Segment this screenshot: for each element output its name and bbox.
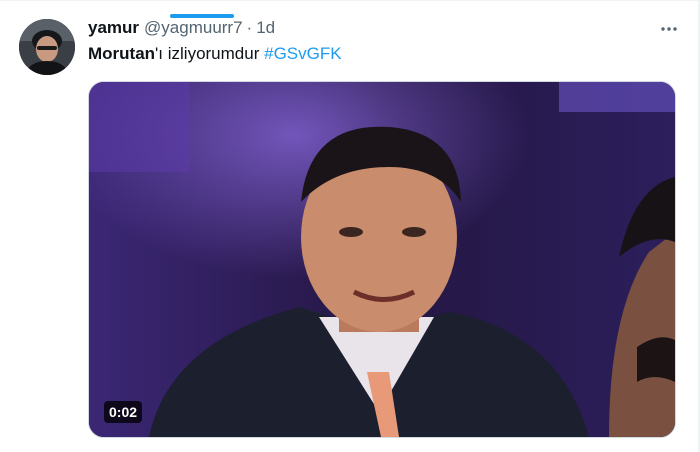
timestamp[interactable]: 1d — [256, 17, 275, 39]
tweet-card[interactable]: yamur @yagmuurr7 · 1d Morutan'ı izliyoru… — [0, 0, 700, 452]
avatar[interactable] — [19, 19, 75, 75]
tweet-text: Morutan'ı izliyorumdur #GSvGFK — [88, 43, 342, 65]
separator-dot: · — [246, 18, 253, 37]
tweet-text-body: 'ı izliyorumdur — [155, 44, 265, 63]
more-horizontal-icon — [661, 27, 677, 31]
video-duration-badge: 0:02 — [104, 401, 143, 423]
avatar-image — [19, 19, 75, 75]
video-player[interactable]: 0:02 — [88, 81, 676, 438]
more-options-button[interactable] — [658, 18, 680, 40]
tweet-text-bold: Morutan — [88, 44, 156, 63]
user-handle[interactable]: @yagmuurr7 — [144, 17, 243, 39]
video-frame — [89, 82, 675, 437]
divider — [0, 0, 700, 1]
hashtag-link[interactable]: #GSvGFK — [264, 44, 341, 63]
tweet-header: yamur @yagmuurr7 · 1d — [88, 17, 275, 39]
display-name[interactable]: yamur — [88, 17, 139, 39]
